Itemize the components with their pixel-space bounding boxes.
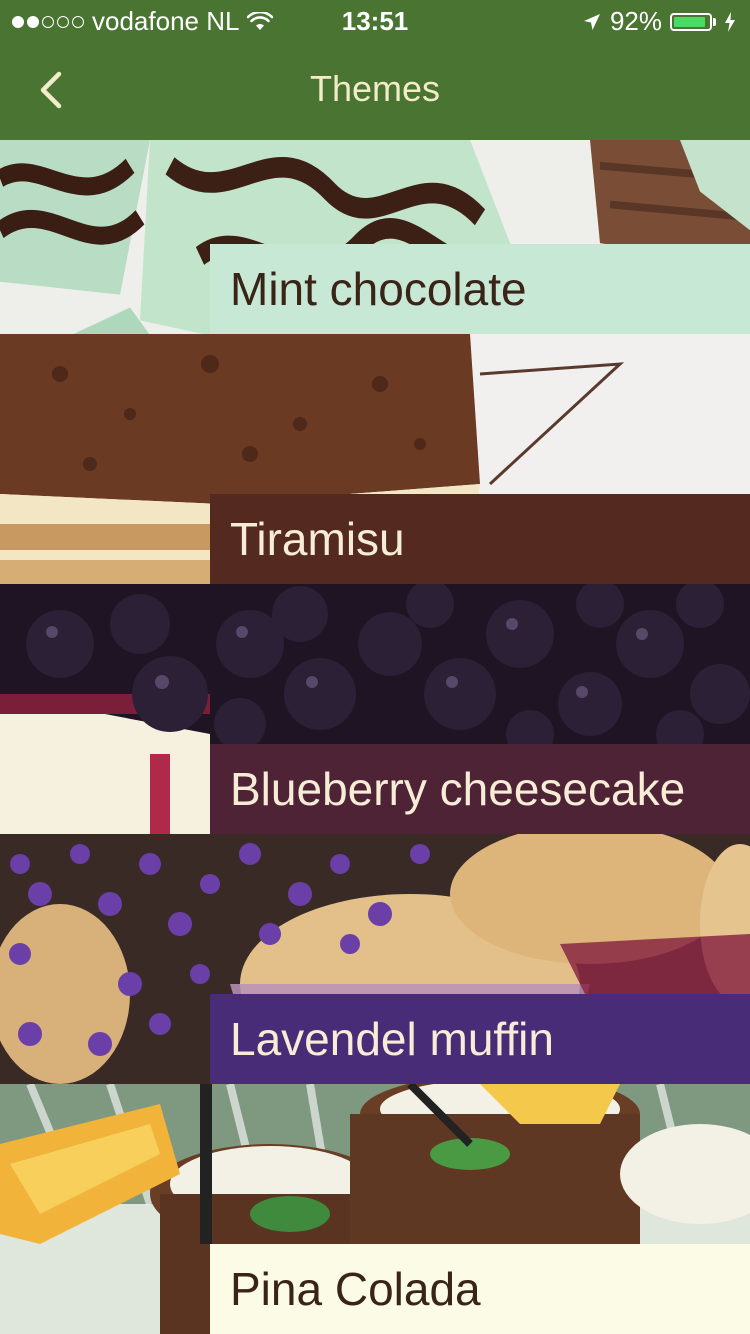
battery-fill — [674, 16, 706, 27]
theme-name: Mint chocolate — [230, 263, 527, 315]
status-right: 92% — [582, 6, 736, 37]
location-arrow-icon — [583, 13, 600, 30]
theme-name: Blueberry cheesecake — [230, 763, 686, 815]
theme-item-mint-chocolate[interactable]: Mint chocolate — [0, 140, 750, 334]
battery-icon — [670, 12, 716, 31]
theme-item-lavendel-muffin[interactable]: Lavendel muffin — [0, 834, 750, 1084]
theme-item-blueberry-cheesecake[interactable]: Blueberry cheesecake — [0, 584, 750, 834]
navigation-bar: Themes — [0, 40, 750, 140]
theme-label-box: Tiramisu — [210, 494, 750, 584]
theme-name: Pina Colada — [230, 1263, 481, 1315]
status-bar: vodafone NL 13:51 92% — [0, 0, 750, 40]
theme-name: Tiramisu — [230, 513, 405, 565]
page-title: Themes — [309, 68, 441, 109]
theme-label-box: Blueberry cheesecake — [210, 744, 750, 834]
theme-item-tiramisu[interactable]: Tiramisu — [0, 334, 750, 584]
theme-item-pina-colada[interactable]: Pina Colada — [0, 1084, 750, 1334]
theme-name: Lavendel muffin — [230, 1013, 554, 1065]
charging-bolt-icon — [725, 11, 735, 32]
theme-label-box: Lavendel muffin — [210, 994, 750, 1084]
theme-label-box: Mint chocolate — [210, 244, 750, 334]
theme-label-box: Pina Colada — [210, 1244, 750, 1334]
battery-percent: 92% — [609, 6, 662, 36]
